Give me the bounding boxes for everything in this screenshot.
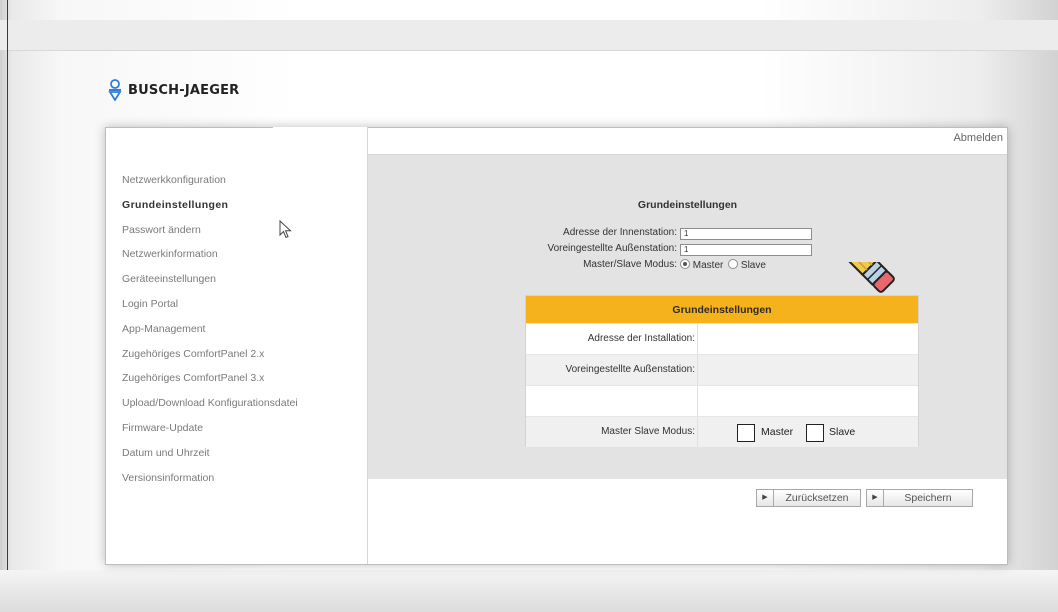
outdoor-station-label: Voreingestellte Außenstation:: [547, 243, 677, 254]
sidebar-item-firmware-update[interactable]: Firmware-Update: [122, 421, 298, 446]
sidebar-item-passwort[interactable]: Passwort ändern: [122, 223, 298, 248]
outdoor-station-input[interactable]: 1: [680, 244, 812, 256]
sidebar-item-versionsinformation[interactable]: Versionsinformation: [122, 471, 298, 496]
sidebar-item-datum-uhrzeit[interactable]: Datum und Uhrzeit: [122, 446, 298, 471]
mode-label: Master/Slave Modus:: [583, 259, 677, 270]
sidebar-item-login-portal[interactable]: Login Portal: [122, 297, 298, 322]
card-outdoor-label: Voreingestellte Außenstation:: [565, 364, 695, 375]
mode-row: Master/Slave Modus:: [368, 259, 677, 270]
sidebar-item-app-management[interactable]: App-Management: [122, 322, 298, 347]
outdoor-station-row: Voreingestellte Außenstation:: [368, 243, 677, 254]
sidebar-item-grundeinstellungen[interactable]: Grundeinstellungen: [122, 198, 298, 223]
sidebar-item-comfortpanel-2x[interactable]: Zugehöriges ComfortPanel 2.x: [122, 347, 298, 372]
window-edge: [7, 0, 8, 612]
logout-link[interactable]: Abmelden: [953, 132, 1003, 144]
indoor-address-row: Adresse der Innenstation:: [368, 227, 677, 238]
play-arrow-icon: ▶: [757, 490, 774, 506]
sidebar-header-tab: [273, 127, 368, 155]
mouse-cursor-icon: [279, 220, 292, 239]
desktop-background: BUSCH-JAEGER Abmelden Netzwerkkonfigurat…: [0, 0, 1058, 612]
slave-radio[interactable]: [728, 259, 739, 269]
sidebar-item-netzwerkinformation[interactable]: Netzwerkinformation: [122, 247, 298, 272]
card-mode-label: Master Slave Modus:: [601, 426, 695, 437]
sidebar-nav: Netzwerkkonfiguration Grundeinstellungen…: [122, 173, 298, 495]
sidebar-item-upload-download[interactable]: Upload/Download Konfigurationsdatei: [122, 396, 298, 421]
bottom-area: [0, 570, 1058, 612]
brand-logo: BUSCH-JAEGER: [108, 74, 239, 106]
brand-name: BUSCH-JAEGER: [128, 82, 240, 98]
browser-top-bar: [0, 20, 1058, 51]
play-arrow-icon: ▶: [867, 490, 884, 506]
busch-jaeger-logo-icon: [108, 79, 122, 101]
sidebar-item-comfortpanel-3x[interactable]: Zugehöriges ComfortPanel 3.x: [122, 371, 298, 396]
reset-button[interactable]: ▶ Zurücksetzen: [756, 489, 861, 507]
page-title: Grundeinstellungen: [637, 199, 738, 211]
sidebar-item-geraeteeinstellungen[interactable]: Geräteeinstellungen: [122, 272, 298, 297]
indoor-address-label: Adresse der Innenstation:: [563, 227, 677, 238]
save-button[interactable]: ▶ Speichern: [866, 489, 973, 507]
pencil-icon: [774, 262, 895, 293]
indoor-address-input[interactable]: 1: [680, 228, 812, 240]
master-radio[interactable]: [680, 259, 690, 269]
installation-address-label: Adresse der Installation:: [587, 333, 695, 344]
master-radio-label: Master: [692, 260, 724, 271]
sidebar-item-netzwerkkonfiguration[interactable]: Netzwerkkonfiguration: [122, 173, 298, 198]
